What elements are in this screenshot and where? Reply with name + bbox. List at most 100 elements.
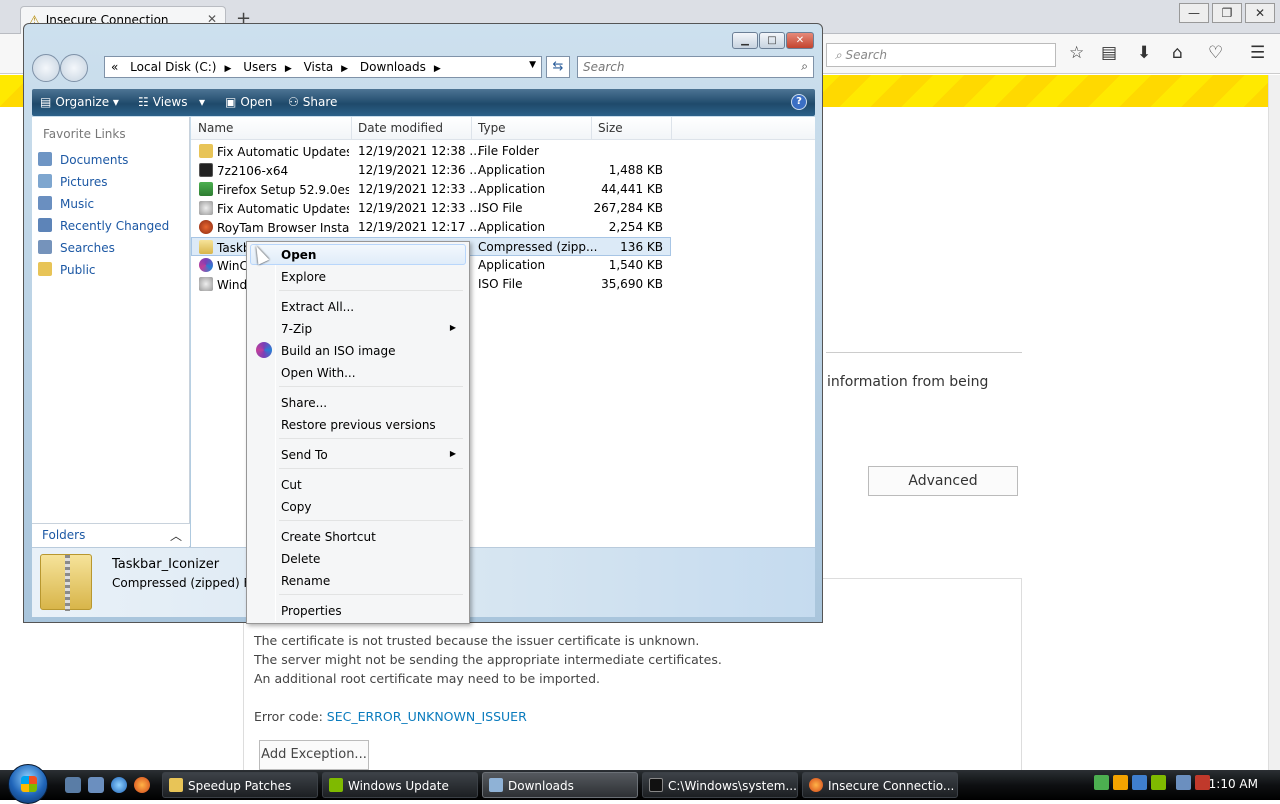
nav-pictures[interactable]: Pictures: [38, 174, 108, 189]
maximize-icon[interactable]: □: [759, 32, 785, 49]
breadcrumb-arrow-icon[interactable]: ▶: [224, 64, 231, 74]
file-row[interactable]: Firefox Setup 52.9.0esr 12/19/2021 12:33…: [191, 180, 671, 199]
organize-button[interactable]: ▤ Organize ▾: [40, 95, 119, 109]
breadcrumb-vista[interactable]: Vista: [304, 60, 334, 74]
column-divider[interactable]: [471, 117, 472, 140]
close-window-icon[interactable]: ✕: [1245, 3, 1275, 23]
clock[interactable]: 1:10 AM: [1209, 777, 1258, 791]
network-icon[interactable]: [1176, 775, 1191, 790]
folder-icon: [169, 778, 183, 792]
back-button[interactable]: [32, 54, 60, 82]
menu-restore-previous-versions[interactable]: Restore previous versions: [250, 414, 466, 435]
taskbar-windows-update[interactable]: Windows Update: [322, 772, 478, 798]
explorer-search-input[interactable]: Search ⌕: [577, 56, 814, 78]
chevron-up-icon[interactable]: ︿: [170, 527, 182, 544]
chevron-down-icon[interactable]: ▼: [529, 60, 536, 70]
column-name[interactable]: Name: [198, 121, 233, 135]
add-exception-button[interactable]: Add Exception...: [259, 740, 369, 770]
breadcrumb-downloads[interactable]: Downloads: [360, 60, 426, 74]
column-divider[interactable]: [591, 117, 592, 140]
home-icon[interactable]: ⌂: [1172, 43, 1183, 63]
forward-button[interactable]: [60, 54, 88, 82]
nav-public[interactable]: Public: [38, 262, 96, 277]
window-controls: ▁ □ ✕: [731, 32, 814, 49]
views-button[interactable]: ☷ Views ▾: [138, 95, 205, 109]
breadcrumb-local-disk[interactable]: Local Disk (C:): [130, 60, 216, 74]
menu-extract-all[interactable]: Extract All...: [250, 296, 466, 317]
taskbar-downloads[interactable]: Downloads: [482, 772, 638, 798]
start-button[interactable]: [8, 764, 48, 804]
reading-list-icon[interactable]: ▤: [1101, 43, 1117, 63]
file-row[interactable]: Fix Automatic Updates... 12/19/2021 12:3…: [191, 142, 671, 161]
nav-documents[interactable]: Documents: [38, 152, 128, 167]
menu-share[interactable]: Share...: [250, 392, 466, 413]
restore-icon[interactable]: ❐: [1212, 3, 1242, 23]
column-date-modified[interactable]: Date modified: [358, 121, 443, 135]
menu-properties[interactable]: Properties: [250, 600, 466, 621]
error-code-link[interactable]: SEC_ERROR_UNKNOWN_ISSUER: [327, 709, 527, 724]
pocket-icon[interactable]: ♡: [1208, 43, 1223, 63]
breadcrumb-users[interactable]: Users: [243, 60, 277, 74]
menu-build-iso[interactable]: Build an ISO image: [250, 340, 466, 361]
open-button[interactable]: ▣ Open: [225, 95, 272, 109]
minimize-icon[interactable]: —: [1179, 3, 1209, 23]
search-icon[interactable]: ⌕: [801, 59, 808, 74]
page-scrollbar[interactable]: [1268, 75, 1280, 770]
folders-toggle[interactable]: Folders ︿: [32, 523, 190, 546]
taskbar-cmd[interactable]: C:\Windows\system...: [642, 772, 798, 798]
refresh-button[interactable]: ⇆: [546, 56, 570, 78]
show-desktop-icon[interactable]: [65, 777, 81, 793]
security-shield-icon[interactable]: [1113, 775, 1128, 790]
minimize-icon[interactable]: ▁: [732, 32, 758, 49]
column-type[interactable]: Type: [478, 121, 506, 135]
firefox-search-input[interactable]: ⌕ Search: [826, 43, 1056, 67]
menu-label: Send To: [281, 448, 328, 462]
column-size[interactable]: Size: [598, 121, 623, 135]
file-date: 12/19/2021 12:33 ...: [358, 182, 481, 196]
breadcrumb-arrow-icon[interactable]: ▶: [341, 64, 348, 74]
help-icon[interactable]: ?: [791, 94, 807, 110]
address-overflow-chevron[interactable]: «: [111, 60, 118, 74]
file-size: 1,488 KB: [608, 163, 663, 177]
bookmark-star-icon[interactable]: ☆: [1069, 43, 1084, 63]
menu-open-with[interactable]: Open With...: [250, 362, 466, 383]
switch-windows-icon[interactable]: [88, 777, 104, 793]
nav-recently-changed[interactable]: Recently Changed: [38, 218, 169, 233]
advanced-button[interactable]: Advanced: [868, 466, 1018, 496]
column-divider[interactable]: [671, 117, 672, 140]
address-bar[interactable]: « Local Disk (C:) ▶ Users ▶ Vista ▶ Downloa…: [104, 56, 542, 78]
divider: [826, 352, 1022, 353]
taskbar-insecure-connection[interactable]: Insecure Connectio...: [802, 772, 958, 798]
menu-copy[interactable]: Copy: [250, 496, 466, 517]
zip-folder-icon: [40, 554, 92, 611]
downloads-icon[interactable]: ⬇: [1137, 43, 1151, 63]
menu-icon[interactable]: ☰: [1250, 43, 1265, 63]
close-icon[interactable]: ✕: [786, 32, 814, 49]
menu-open[interactable]: Open: [250, 244, 466, 265]
menu-rename[interactable]: Rename: [250, 570, 466, 591]
file-row[interactable]: Fix Automatic Updates... 12/19/2021 12:3…: [191, 199, 671, 218]
tray-app-icon[interactable]: [1094, 775, 1109, 790]
system-tray: [1094, 775, 1214, 790]
file-row[interactable]: 7z2106-x64 12/19/2021 12:36 ... Applicat…: [191, 161, 671, 180]
column-divider[interactable]: [351, 117, 352, 140]
menu-create-shortcut[interactable]: Create Shortcut: [250, 526, 466, 547]
internet-explorer-icon[interactable]: [111, 777, 127, 793]
nav-music[interactable]: Music: [38, 196, 94, 211]
tray-app-icon[interactable]: [1132, 775, 1147, 790]
share-button[interactable]: ⚇ Share: [288, 95, 337, 109]
menu-explore[interactable]: Explore: [250, 266, 466, 287]
breadcrumb-arrow-icon[interactable]: ▶: [285, 64, 292, 74]
tray-app-icon[interactable]: [1151, 775, 1166, 790]
menu-7zip[interactable]: 7-Zip ▶: [250, 318, 466, 339]
taskbar-speedup-patches[interactable]: Speedup Patches: [162, 772, 318, 798]
menu-cut[interactable]: Cut: [250, 474, 466, 495]
nav-label: Searches: [60, 241, 115, 255]
menu-send-to[interactable]: Send To ▶: [250, 444, 466, 465]
file-row[interactable]: RoyTam Browser Instal... 12/19/2021 12:1…: [191, 218, 671, 237]
open-label: Open: [240, 95, 273, 109]
breadcrumb-arrow-icon[interactable]: ▶: [434, 64, 441, 74]
nav-searches[interactable]: Searches: [38, 240, 115, 255]
firefox-icon[interactable]: [134, 777, 150, 793]
menu-delete[interactable]: Delete: [250, 548, 466, 569]
